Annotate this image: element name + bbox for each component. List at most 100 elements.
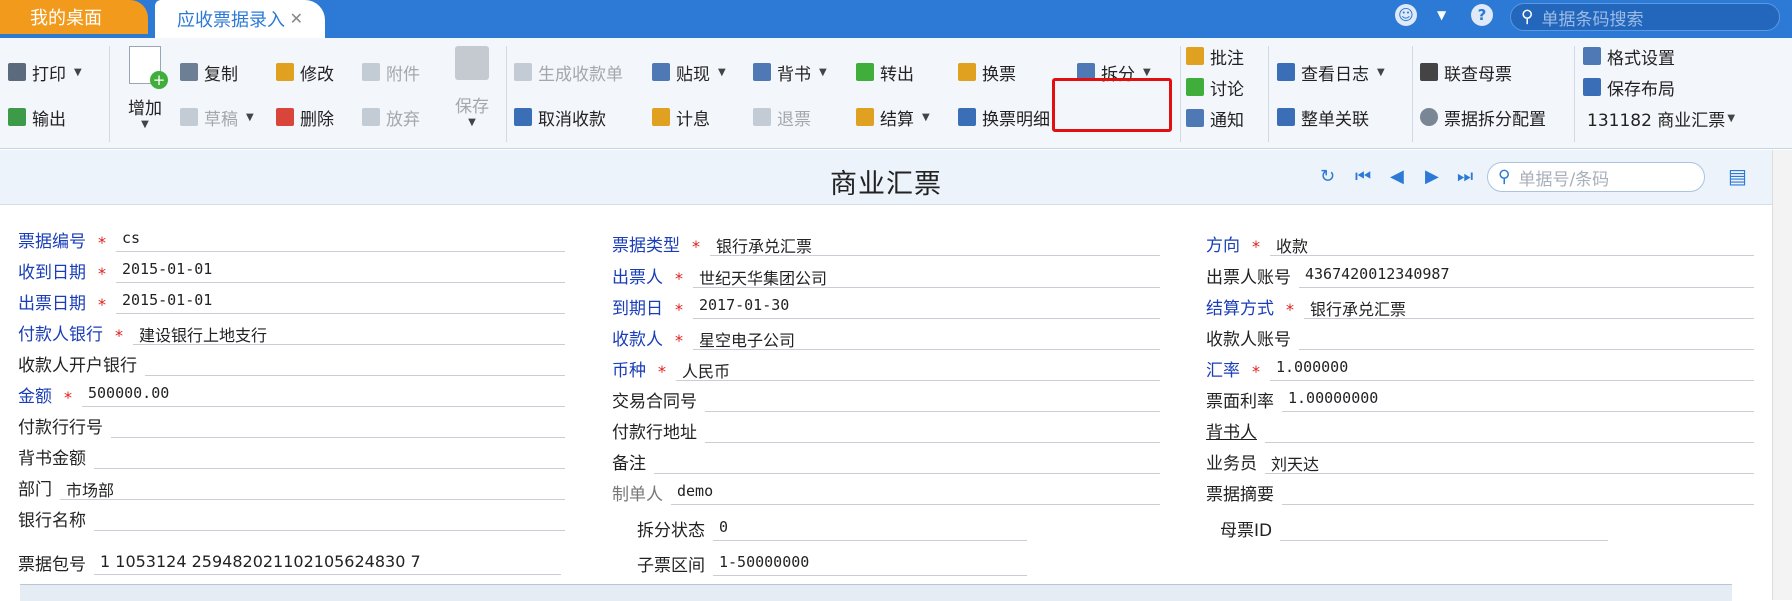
- attachment-button[interactable]: 附件: [362, 59, 420, 85]
- barcode-search-input[interactable]: ⚲ 单据条码搜索: [1510, 3, 1780, 31]
- bill-no-input[interactable]: cs: [116, 229, 565, 252]
- chevron-down-icon[interactable]: ▼: [1143, 67, 1151, 78]
- export-button[interactable]: 输出: [8, 104, 66, 130]
- format-settings-label: 格式设置: [1607, 48, 1675, 69]
- smiley-icon[interactable]: ☺: [1395, 4, 1417, 26]
- last-record-icon[interactable]: ⏭: [1457, 166, 1473, 187]
- format-settings-button[interactable]: 格式设置: [1583, 43, 1675, 69]
- exchange-detail-button[interactable]: 换票明细: [958, 104, 1050, 130]
- toolbar-divider: [1412, 46, 1413, 142]
- required-marker: *: [675, 269, 683, 288]
- chevron-down-icon[interactable]: ▼: [74, 67, 82, 78]
- payer-bank-no-input[interactable]: [111, 415, 565, 438]
- amount-input[interactable]: 500000.00: [82, 384, 565, 407]
- package-no-input[interactable]: 1 1053124 259482021102105624830 7: [94, 552, 561, 575]
- receive-date-input[interactable]: 2015-01-01: [116, 260, 565, 283]
- annotate-button[interactable]: 批注: [1186, 43, 1244, 69]
- issue-date-input[interactable]: 2015-01-01: [116, 291, 565, 314]
- return-bill-button[interactable]: 退票: [753, 104, 811, 130]
- chevron-down-icon[interactable]: ▼: [922, 112, 930, 123]
- generate-receipt-button[interactable]: 生成收款单: [514, 59, 623, 85]
- chevron-down-icon[interactable]: ▼: [718, 67, 726, 78]
- abandon-button[interactable]: 放弃: [362, 104, 420, 130]
- salesman-input[interactable]: 刘天达: [1265, 451, 1754, 474]
- link-parent-bill-button[interactable]: 联查母票: [1420, 59, 1512, 85]
- vertical-scrollbar[interactable]: [1772, 150, 1792, 600]
- bill-summary-input[interactable]: [1282, 482, 1754, 505]
- field-amount: 金额 * 500000.00: [18, 381, 565, 407]
- endorse-button[interactable]: 背书 ▼: [753, 59, 827, 85]
- drawer-account-input[interactable]: 4367420012340987: [1299, 265, 1754, 288]
- bill-type-input[interactable]: 银行承兑汇票: [710, 233, 1160, 256]
- chevron-down-icon[interactable]: ▼: [449, 117, 495, 128]
- transfer-out-button[interactable]: 转出: [856, 59, 914, 85]
- department-input[interactable]: 市场部: [60, 477, 565, 500]
- chevron-down-icon[interactable]: ▼: [1437, 8, 1446, 22]
- add-button[interactable]: + 增加 ▼: [122, 46, 168, 130]
- cancel-receipt-button[interactable]: 取消收款: [514, 104, 606, 130]
- split-config-button[interactable]: 票据拆分配置: [1420, 104, 1546, 130]
- endorse-amount-input[interactable]: [94, 446, 565, 469]
- split-status-input[interactable]: 0: [713, 518, 1027, 541]
- save-layout-button[interactable]: 保存布局: [1583, 74, 1675, 100]
- chevron-down-icon[interactable]: ▼: [1377, 67, 1385, 78]
- tab-my-desktop[interactable]: 我的桌面: [0, 0, 148, 34]
- parent-bill-id-input[interactable]: [1280, 518, 1608, 541]
- draft-button[interactable]: 草稿 ▼: [180, 104, 254, 130]
- contract-no-input[interactable]: [705, 389, 1160, 412]
- settle-button[interactable]: 结算 ▼: [856, 104, 930, 130]
- contract-no-label: 交易合同号: [612, 392, 697, 412]
- save-button[interactable]: 保存 ▼: [449, 46, 495, 128]
- copy-button[interactable]: 复制: [180, 59, 238, 85]
- notify-button[interactable]: 通知: [1186, 105, 1244, 131]
- next-record-icon[interactable]: ▶: [1425, 166, 1439, 187]
- chevron-down-icon[interactable]: ▼: [1727, 113, 1735, 124]
- tab-receivable-bill-entry[interactable]: 应收票据录入 ✕: [155, 0, 325, 38]
- delete-button[interactable]: 删除: [276, 104, 334, 130]
- bank-name-input[interactable]: [94, 508, 565, 531]
- payee-account-input[interactable]: [1299, 327, 1754, 350]
- child-range-input[interactable]: 1-50000000: [713, 553, 1027, 576]
- exchange-bill-button[interactable]: 换票: [958, 59, 1016, 85]
- close-icon[interactable]: ✕: [290, 9, 303, 28]
- discount-button[interactable]: 贴现 ▼: [652, 59, 726, 85]
- save-disk-icon: [455, 46, 489, 80]
- view-log-button[interactable]: 查看日志 ▼: [1277, 59, 1385, 85]
- toolbar-divider: [1574, 46, 1575, 142]
- transfer-out-label: 转出: [880, 64, 914, 85]
- help-icon[interactable]: ?: [1471, 4, 1493, 26]
- discuss-button[interactable]: 讨论: [1186, 74, 1244, 100]
- chevron-down-icon[interactable]: ▼: [819, 67, 827, 78]
- payee-input[interactable]: 星空电子公司: [693, 327, 1160, 350]
- payee-bank-input[interactable]: [145, 353, 565, 376]
- grid-view-icon[interactable]: ▤: [1728, 164, 1747, 188]
- refresh-icon[interactable]: ↻: [1320, 166, 1335, 187]
- drawer-input[interactable]: 世纪天华集团公司: [693, 265, 1160, 288]
- field-issue-date: 出票日期 * 2015-01-01: [18, 288, 565, 314]
- print-button[interactable]: 打印 ▼: [8, 59, 82, 85]
- first-record-icon[interactable]: ⏮: [1355, 166, 1371, 187]
- field-bill-summary: 票据摘要: [1206, 479, 1754, 505]
- face-rate-input[interactable]: 1.00000000: [1282, 389, 1754, 412]
- settle-method-input[interactable]: 银行承兑汇票: [1304, 296, 1754, 319]
- exchange-rate-input[interactable]: 1.000000: [1270, 358, 1754, 381]
- direction-input[interactable]: 收款: [1270, 233, 1754, 256]
- required-marker: *: [1252, 237, 1260, 256]
- payer-bank-address-input[interactable]: [705, 420, 1160, 443]
- document-link-button[interactable]: 整单关联: [1277, 104, 1369, 130]
- previous-record-icon[interactable]: ◀: [1390, 166, 1404, 187]
- remark-input[interactable]: [654, 451, 1160, 474]
- interest-button[interactable]: 计息: [652, 104, 710, 130]
- endorser-input[interactable]: [1265, 420, 1754, 443]
- template-select[interactable]: 131182 商业汇票 ▼: [1587, 105, 1735, 131]
- chevron-down-icon[interactable]: ▼: [122, 119, 168, 130]
- currency-input[interactable]: 人民币: [676, 358, 1160, 381]
- edit-button[interactable]: 修改: [276, 59, 334, 85]
- document-search-input[interactable]: ⚲ 单据号/条码: [1487, 162, 1705, 192]
- due-date-input[interactable]: 2017-01-30: [693, 296, 1160, 319]
- chevron-down-icon[interactable]: ▼: [246, 112, 254, 123]
- endorser-label[interactable]: 背书人: [1206, 418, 1257, 443]
- payer-bank-input[interactable]: 建设银行上地支行: [133, 322, 565, 345]
- field-direction: 方向 * 收款: [1206, 230, 1754, 256]
- field-payee-account: 收款人账号: [1206, 324, 1754, 350]
